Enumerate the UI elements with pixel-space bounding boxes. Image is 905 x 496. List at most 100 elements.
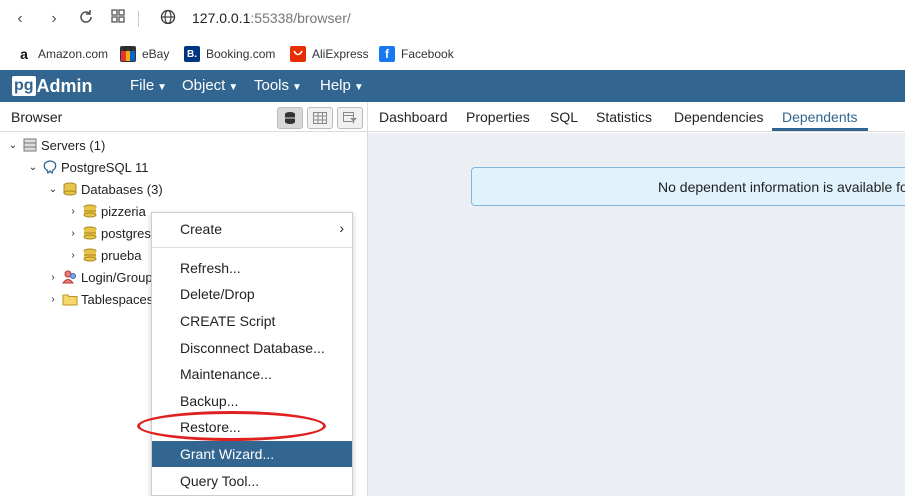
menu-item-label: CREATE Script	[180, 313, 276, 329]
ebay-icon	[120, 46, 136, 62]
bookmark-ebay[interactable]: eBay	[120, 44, 169, 64]
chevron-right-icon[interactable]: ›	[46, 294, 60, 305]
postgresql-elephant-icon	[42, 160, 58, 175]
menu-object[interactable]: Object ▼	[182, 77, 238, 94]
menu-item-query-tool[interactable]: Query Tool...	[152, 468, 352, 494]
chevron-right-icon[interactable]: ›	[66, 228, 80, 239]
table-icon	[313, 112, 327, 124]
tree-node-label: postgres	[101, 225, 151, 241]
info-alert: No dependent information is available fo…	[471, 167, 905, 206]
bookmark-amazon[interactable]: a Amazon.com	[16, 44, 108, 64]
database-icon	[82, 226, 98, 240]
tree-node-label: Servers (1)	[41, 137, 106, 153]
menu-label: File	[130, 77, 155, 94]
tree-node-login-roles[interactable]: › Login/Group Roles	[46, 266, 151, 288]
tree-node-label: Tablespaces	[81, 291, 151, 307]
reload-button[interactable]	[76, 9, 96, 29]
view-data-button[interactable]	[307, 107, 333, 129]
logo-pg: pg	[12, 76, 36, 96]
bookmark-aliexpress[interactable]: AliExpress	[290, 44, 369, 64]
tree-node-postgresql[interactable]: ⌄ PostgreSQL 11	[26, 156, 149, 178]
databases-icon	[62, 182, 78, 196]
extensions-button[interactable]	[108, 9, 128, 29]
tree-node-label: PostgreSQL 11	[61, 159, 149, 175]
url-path: :55338/browser/	[250, 10, 351, 26]
menu-item-label: Grant Wizard...	[180, 446, 275, 462]
menu-item-label: Refresh...	[180, 260, 241, 276]
menu-tools[interactable]: Tools ▼	[254, 77, 302, 94]
logo-admin: Admin	[36, 75, 93, 96]
tree-node-servers[interactable]: ⌄ Servers (1)	[6, 134, 106, 156]
menu-item-grant-wizard[interactable]: Grant Wizard...	[152, 441, 352, 467]
menu-item-maintenance[interactable]: Maintenance...	[152, 361, 352, 387]
browser-panel-header: Browser	[0, 102, 368, 132]
grid-icon	[111, 9, 125, 23]
chevron-down-icon: ▼	[157, 82, 168, 93]
chevron-right-icon: ›	[339, 220, 344, 236]
tree-node-pizzeria[interactable]: › pizzeria	[66, 200, 146, 222]
object-explorer-button[interactable]	[277, 107, 303, 129]
annotation-ellipse	[137, 411, 326, 441]
menu-item-disconnect-database[interactable]: Disconnect Database...	[152, 335, 352, 361]
menu-label: Tools	[254, 77, 290, 94]
login-roles-icon	[62, 270, 78, 284]
tab-statistics[interactable]: Statistics	[596, 109, 652, 125]
bookmark-label: Facebook	[401, 47, 454, 61]
tablespaces-icon	[62, 292, 78, 306]
database-icon	[82, 204, 98, 218]
tab-sql[interactable]: SQL	[550, 109, 578, 125]
chevron-right-icon[interactable]: ›	[66, 250, 80, 261]
bookmark-facebook[interactable]: f Facebook	[379, 44, 454, 64]
context-menu: Create › Refresh... Delete/Drop CREATE S…	[151, 212, 353, 496]
chevron-down-icon[interactable]: ⌄	[6, 140, 20, 151]
menu-help[interactable]: Help ▼	[320, 77, 364, 94]
url-field[interactable]: 127.0.0.1:55338/browser/	[192, 10, 351, 26]
filter-table-icon	[343, 112, 357, 124]
tree-node-label: Login/Group Roles	[81, 269, 151, 285]
globe-icon	[158, 9, 178, 29]
chevron-down-icon: ▼	[228, 82, 239, 93]
tree-node-prueba[interactable]: › prueba	[66, 244, 141, 266]
menu-label: Help	[320, 77, 351, 94]
menu-item-create-script[interactable]: CREATE Script	[152, 308, 352, 334]
bookmark-label: AliExpress	[312, 47, 369, 61]
tree-node-label: pizzeria	[101, 203, 146, 219]
bookmark-booking[interactable]: B. Booking.com	[184, 44, 275, 64]
menu-item-backup[interactable]: Backup...	[152, 388, 352, 414]
menu-item-label: Delete/Drop	[180, 286, 255, 302]
tab-properties[interactable]: Properties	[466, 109, 530, 125]
filter-rows-button[interactable]	[337, 107, 363, 129]
tree-node-label: prueba	[101, 247, 142, 263]
back-button[interactable]: ‹	[10, 9, 30, 29]
url-host: 127.0.0.1	[192, 10, 251, 26]
chevron-down-icon[interactable]: ⌄	[46, 184, 60, 195]
menu-item-create[interactable]: Create ›	[152, 216, 352, 242]
tab-dashboard[interactable]: Dashboard	[379, 109, 448, 125]
chevron-right-icon[interactable]: ›	[66, 206, 80, 217]
database-icon	[82, 248, 98, 262]
panel-title: Browser	[11, 109, 63, 125]
tree-node-databases[interactable]: ⌄ Databases (3)	[46, 178, 163, 200]
divider	[138, 11, 139, 27]
chevron-down-icon: ▼	[353, 82, 364, 93]
chevron-down-icon[interactable]: ⌄	[26, 162, 40, 173]
booking-icon: B.	[184, 46, 200, 62]
active-tab-indicator	[772, 128, 868, 131]
menu-item-label: Create	[180, 221, 223, 237]
info-message: No dependent information is available fo…	[658, 179, 905, 195]
menu-divider	[152, 247, 352, 248]
reload-icon	[80, 10, 92, 23]
tree-node-postgres[interactable]: › postgres	[66, 222, 151, 244]
menu-item-refresh[interactable]: Refresh...	[152, 255, 352, 281]
amazon-icon: a	[20, 46, 28, 62]
menu-item-label: Backup...	[180, 393, 239, 409]
forward-button[interactable]: ›	[44, 9, 64, 29]
bookmarks-bar: a Amazon.com eBay B. Booking.com AliExpr…	[0, 38, 905, 70]
tab-dependents[interactable]: Dependents	[782, 109, 858, 125]
menu-file[interactable]: File ▼	[130, 77, 167, 94]
tab-dependencies[interactable]: Dependencies	[674, 109, 764, 125]
menu-item-delete-drop[interactable]: Delete/Drop	[152, 281, 352, 307]
tree-node-label: Databases (3)	[81, 181, 163, 197]
tree-node-tablespaces[interactable]: › Tablespaces	[46, 288, 151, 310]
chevron-right-icon[interactable]: ›	[46, 272, 60, 283]
